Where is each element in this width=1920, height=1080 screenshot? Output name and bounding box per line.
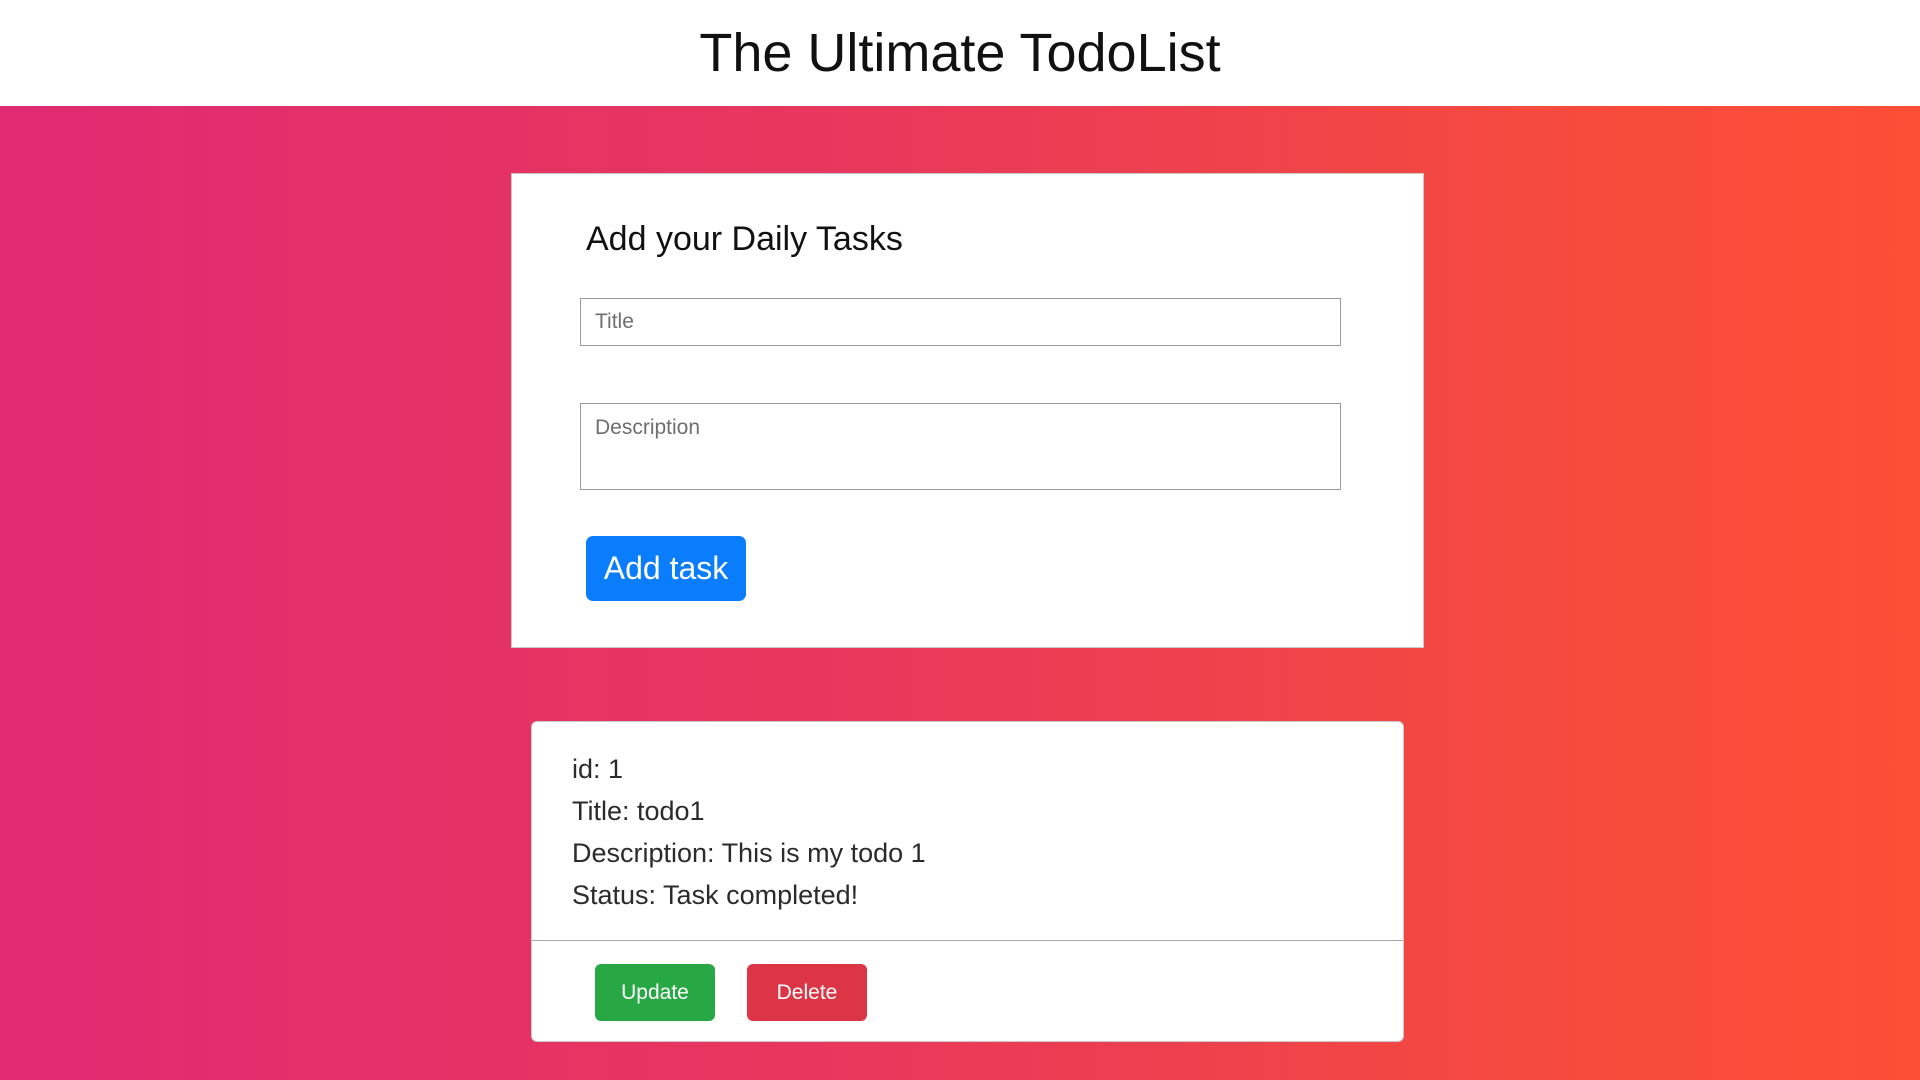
todo-details: id: 1 Title: todo1 Description: This is … — [572, 748, 926, 916]
title-input[interactable] — [580, 298, 1341, 346]
app-header: The Ultimate TodoList — [0, 0, 1920, 106]
form-heading: Add your Daily Tasks — [586, 220, 903, 258]
add-task-form: Add your Daily Tasks Add task — [511, 173, 1424, 648]
todo-card: id: 1 Title: todo1 Description: This is … — [531, 721, 1404, 1042]
todo-title: Title: todo1 — [572, 796, 705, 826]
description-input[interactable] — [580, 403, 1341, 490]
add-task-button[interactable]: Add task — [586, 536, 746, 601]
todo-description: Description: This is my todo 1 — [572, 838, 926, 868]
todo-divider — [532, 940, 1403, 941]
update-button[interactable]: Update — [595, 964, 715, 1021]
delete-button[interactable]: Delete — [747, 964, 867, 1021]
todo-status: Status: Task completed! — [572, 880, 859, 910]
todo-id: id: 1 — [572, 754, 624, 784]
page-title: The Ultimate TodoList — [699, 23, 1221, 83]
